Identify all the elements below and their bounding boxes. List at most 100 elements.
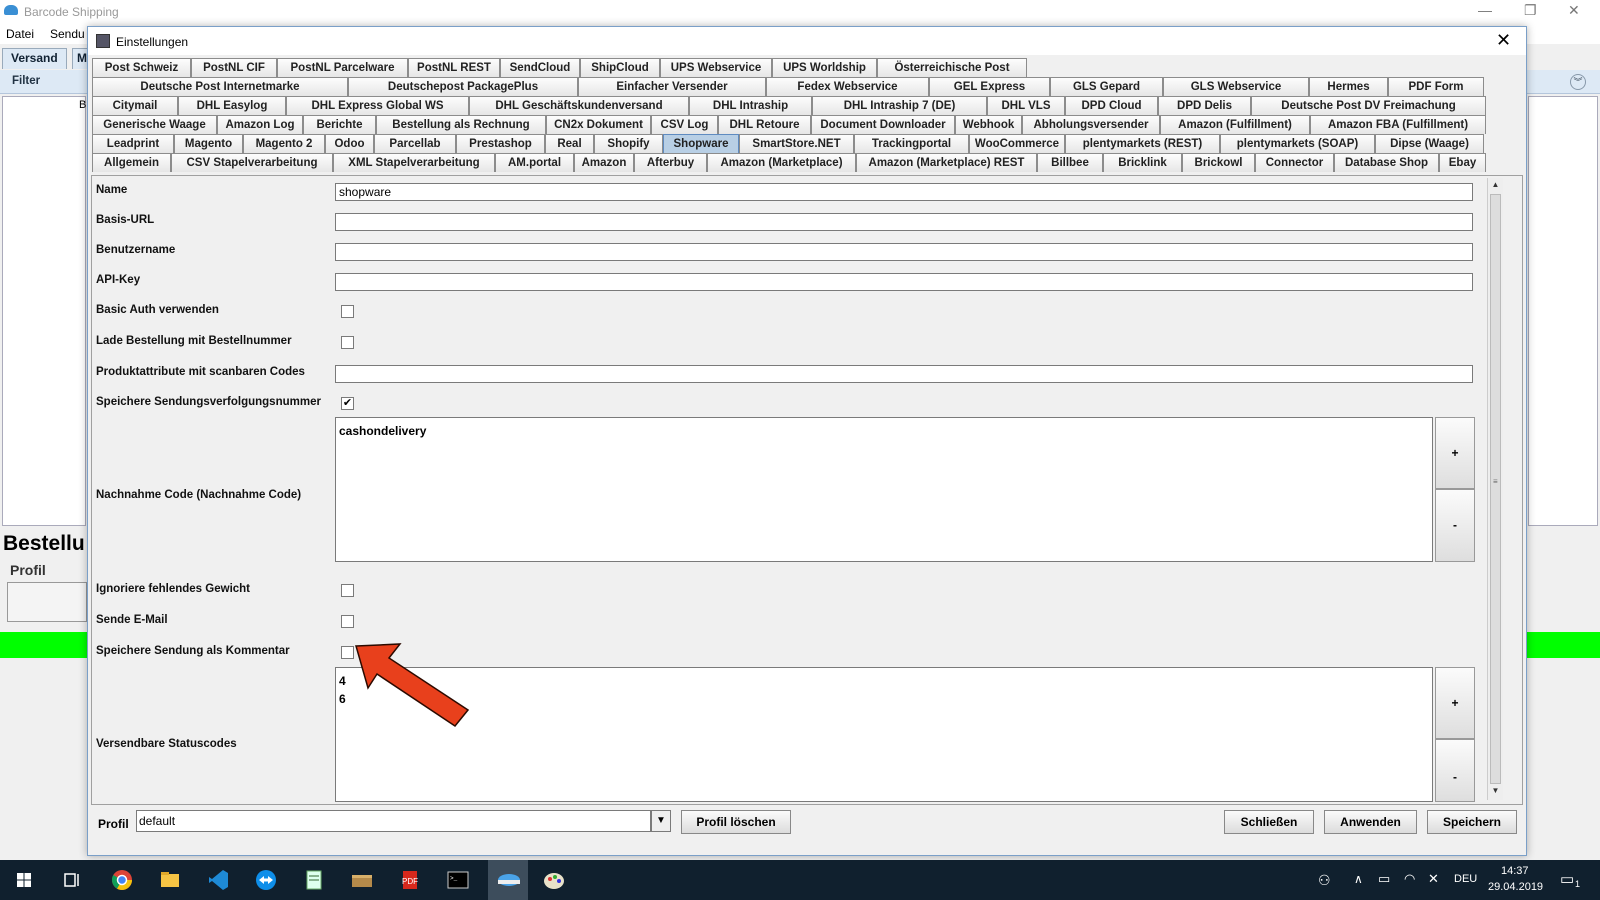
settings-tab[interactable]: DHL Intraship xyxy=(689,96,812,115)
settings-tab[interactable]: Leadprint xyxy=(92,134,174,153)
dialog-close-icon[interactable]: ✕ xyxy=(1496,30,1511,51)
settings-tab[interactable]: PostNL CIF xyxy=(191,58,277,77)
apikey-input[interactable] xyxy=(335,273,1473,291)
task-view-icon[interactable] xyxy=(58,866,86,894)
menu-datei[interactable]: Datei xyxy=(6,27,34,41)
settings-tab[interactable]: Brickowl xyxy=(1182,153,1255,172)
settings-tab[interactable]: WooCommerce xyxy=(969,134,1065,153)
settings-tab[interactable]: plentymarkets (SOAP) xyxy=(1220,134,1375,153)
tray-chevron-icon[interactable]: ∧ xyxy=(1354,872,1363,886)
settings-tab[interactable]: DHL Retoure xyxy=(718,115,811,134)
windows-start-icon[interactable] xyxy=(10,866,38,894)
settings-tab[interactable]: Database Shop xyxy=(1334,153,1439,172)
settings-tab[interactable]: DHL Geschäftskundenversand xyxy=(469,96,689,115)
settings-tab[interactable]: UPS Webservice xyxy=(660,58,772,77)
tab-versand[interactable]: Versand xyxy=(2,48,67,69)
cod-add-button[interactable]: + xyxy=(1435,417,1475,489)
apply-button[interactable]: Anwenden xyxy=(1324,810,1417,834)
acrobat-icon[interactable]: PDF xyxy=(396,866,424,894)
settings-tab[interactable]: SmartStore.NET xyxy=(739,134,854,153)
settings-tab[interactable]: Amazon (Marketplace) REST xyxy=(856,153,1037,172)
settings-tab[interactable]: Generische Waage xyxy=(92,115,217,134)
status-add-button[interactable]: + xyxy=(1435,667,1475,739)
settings-tab[interactable]: DHL Intraship 7 (DE) xyxy=(812,96,987,115)
cod-remove-button[interactable]: - xyxy=(1435,489,1475,562)
settings-tab[interactable]: Prestashop xyxy=(456,134,545,153)
language-indicator[interactable]: DEU xyxy=(1454,873,1477,885)
status-codes-list[interactable]: 4 6 xyxy=(335,667,1433,802)
barcode-shipping-taskbar-item[interactable] xyxy=(488,860,528,900)
order-list[interactable]: B xyxy=(2,96,86,526)
settings-tab[interactable]: Abholungsversender xyxy=(1022,115,1160,134)
settings-tab[interactable]: GLS Gepard xyxy=(1050,77,1163,96)
menu-sendungen[interactable]: Sendu xyxy=(50,27,85,41)
minimize-icon[interactable]: — xyxy=(1478,2,1492,18)
settings-tab[interactable]: GEL Express xyxy=(929,77,1050,96)
scroll-up-icon[interactable]: ▲ xyxy=(1488,178,1503,192)
settings-tab[interactable]: Magento 2 xyxy=(243,134,325,153)
settings-tab[interactable]: Dipse (Waage) xyxy=(1375,134,1484,153)
settings-tab[interactable]: Deutsche Post Internetmarke xyxy=(92,77,348,96)
send-email-checkbox[interactable] xyxy=(341,615,354,628)
settings-tab[interactable]: Odoo xyxy=(325,134,374,153)
notepad-icon[interactable] xyxy=(300,866,328,894)
settings-tab[interactable]: Connector xyxy=(1255,153,1334,172)
load-order-checkbox[interactable] xyxy=(341,336,354,349)
settings-tab[interactable]: Amazon FBA (Fulfillment) xyxy=(1310,115,1486,134)
save-tracking-checkbox[interactable]: ✔ xyxy=(341,397,354,410)
settings-tab[interactable]: Afterbuy xyxy=(634,153,707,172)
settings-tab[interactable]: Einfacher Versender xyxy=(578,77,766,96)
settings-tab[interactable]: CSV Log xyxy=(651,115,718,134)
settings-tab[interactable]: Trackingportal xyxy=(854,134,969,153)
settings-tab[interactable]: Billbee xyxy=(1037,153,1103,172)
save-button[interactable]: Speichern xyxy=(1427,810,1517,834)
settings-tab[interactable]: Shopware xyxy=(663,134,739,153)
settings-tab[interactable]: DHL Express Global WS xyxy=(286,96,469,115)
settings-tab[interactable]: Real xyxy=(545,134,594,153)
panel-scrollbar[interactable]: ▲ ≡ ▼ xyxy=(1487,178,1503,800)
settings-tab[interactable]: plentymarkets (REST) xyxy=(1065,134,1220,153)
package-icon[interactable] xyxy=(348,866,376,894)
settings-tab[interactable]: Webhook xyxy=(955,115,1022,134)
vscode-icon[interactable] xyxy=(204,866,232,894)
clock-date[interactable]: 29.04.2019 xyxy=(1488,881,1543,893)
settings-tab[interactable]: AM.portal xyxy=(495,153,574,172)
settings-tab[interactable]: Citymail xyxy=(92,96,178,115)
settings-tab[interactable]: PDF Form xyxy=(1388,77,1484,96)
settings-tab[interactable]: Deutsche Post DV Freimachung xyxy=(1251,96,1486,115)
terminal-icon[interactable]: >_ xyxy=(444,866,472,894)
close-app-icon[interactable]: ✕ xyxy=(1568,2,1580,19)
settings-tab[interactable]: Amazon Log xyxy=(217,115,303,134)
settings-tab[interactable]: Berichte xyxy=(303,115,376,134)
settings-tab[interactable]: Post Schweiz xyxy=(92,58,191,77)
settings-tab[interactable]: Document Downloader xyxy=(811,115,955,134)
settings-tab[interactable]: Allgemein xyxy=(92,153,171,172)
settings-tab[interactable]: Amazon (Fulfillment) xyxy=(1160,115,1310,134)
ignore-weight-checkbox[interactable] xyxy=(341,584,354,597)
delete-profile-button[interactable]: Profil löschen xyxy=(681,810,791,834)
chrome-icon[interactable] xyxy=(108,866,136,894)
clock-time[interactable]: 14:37 xyxy=(1501,865,1529,877)
username-input[interactable] xyxy=(335,243,1473,261)
settings-tab[interactable]: CSV Stapelverarbeitung xyxy=(171,153,333,172)
settings-tab[interactable]: DHL Easylog xyxy=(178,96,286,115)
basic-auth-checkbox[interactable] xyxy=(341,305,354,318)
cod-list[interactable]: cashondelivery xyxy=(335,417,1433,562)
collapse-chevron-icon[interactable]: ︾ xyxy=(1570,74,1586,90)
settings-tab[interactable]: PostNL Parcelware xyxy=(277,58,408,77)
battery-icon[interactable]: ▭ xyxy=(1378,871,1390,887)
settings-tab[interactable]: UPS Worldship xyxy=(772,58,877,77)
settings-tab[interactable]: Bestellung als Rechnung xyxy=(376,115,546,134)
profile-combo[interactable]: default xyxy=(136,810,651,832)
scroll-thumb[interactable]: ≡ xyxy=(1490,194,1501,784)
people-icon[interactable]: ⚇ xyxy=(1318,872,1331,889)
settings-tab[interactable]: Hermes xyxy=(1309,77,1388,96)
settings-tab[interactable]: Ebay xyxy=(1439,153,1486,172)
wifi-icon[interactable]: ◠ xyxy=(1404,871,1415,887)
profile-dropdown-icon[interactable]: ▼ xyxy=(651,810,671,832)
settings-tab[interactable]: XML Stapelverarbeitung xyxy=(333,153,495,172)
settings-tab[interactable]: Deutschepost PackagePlus xyxy=(348,77,578,96)
settings-tab[interactable]: DPD Delis xyxy=(1158,96,1251,115)
file-explorer-icon[interactable] xyxy=(156,866,184,894)
order-list-right[interactable] xyxy=(1528,96,1598,526)
